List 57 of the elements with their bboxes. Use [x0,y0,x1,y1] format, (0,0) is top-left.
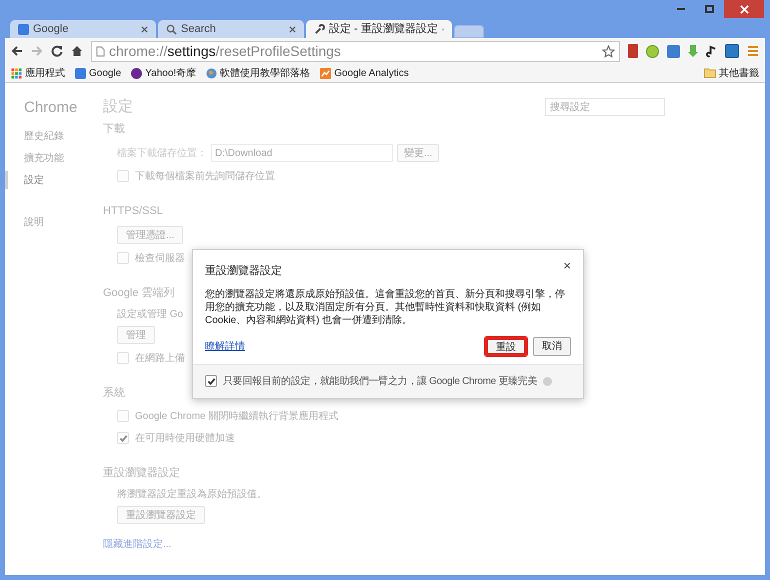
close-icon[interactable] [141,26,148,32]
bookmark-link[interactable]: 軟體使用教學部落格 [220,66,310,80]
address-bar[interactable]: chrome://settings/resetProfileSettings [91,40,620,62]
browser-tab[interactable]: Search [158,20,304,38]
browser-tab[interactable]: Google [10,20,156,38]
tab-title: Google [33,22,70,37]
wrench-icon [314,24,325,34]
checkbox-label: 檢查伺服器 [135,252,185,266]
forward-icon[interactable] [31,45,43,57]
home-icon[interactable] [71,45,83,57]
page-title: 設定 [103,96,133,117]
checkbox[interactable] [205,375,217,387]
close-icon[interactable] [724,0,764,18]
search-field[interactable]: 搜尋設定 [545,98,665,116]
section-heading: 下載 [103,122,125,137]
page-icon [96,46,105,56]
chart-icon [320,68,332,78]
description-text: 設定或管理 Go [117,308,184,322]
search-icon [166,24,177,34]
feedback-label: 只要回報目前的設定，就能助我們一臂之力，讓 Google Chrome 更臻完美 [223,374,538,388]
section-heading: Google 雲端列 [103,286,175,301]
checkbox-label: 在可用時使用硬體加速 [135,432,235,446]
section-heading: 重設瀏覽器設定 [103,466,180,481]
close-icon[interactable] [289,26,296,32]
globe-icon [206,68,218,78]
tab-title: Search [181,22,217,37]
checkbox-label: 下載每個檔案前先詢問儲存位置 [135,170,275,184]
folder-icon [704,68,716,78]
bookmark-link[interactable]: Google Analytics [334,66,409,80]
bookmark-link[interactable]: 應用程式 [25,66,65,80]
sidebar-title: Chrome [23,98,78,118]
checkbox-label: Google Chrome 關閉時繼續執行背景應用程式 [135,410,338,424]
section-heading: HTTPS/SSL [103,204,163,219]
sidebar-item[interactable]: 設定 [24,172,44,188]
bookmark-link[interactable]: 其他書籤 [719,66,759,80]
tab-title: 設定 - 重設瀏覽器設定 [329,22,438,37]
dialog-message: 您的瀏覽器設定將還原成原始預設值。這會重設您的首頁、新分頁和搜尋引擎，停用您的擴充功能，以及取消固定所有分頁。其他暫時性資料和快取資料 (例如 Cookie、內容和網站資料) 也會一併遭到清除。 [204,288,566,326]
note-icon[interactable] [706,44,717,58]
bookmark-link[interactable]: Yahoo!奇摩 [145,66,196,80]
menu-icon[interactable] [747,45,759,57]
close-button[interactable]: × [563,259,571,272]
section-heading: 系統 [103,386,125,401]
star-icon[interactable] [602,44,615,58]
reload-icon[interactable] [51,45,63,57]
checkbox-label: 在網路上備 [135,352,185,366]
back-icon[interactable] [11,45,23,57]
selection-bar [5,171,8,189]
description-text: 將瀏覽器設定重設為原始預設值。 [117,488,267,502]
dialog-button[interactable]: 重設 [485,336,527,356]
learn-more-link[interactable]: 瞭解詳情 [205,338,245,354]
download-icon[interactable] [688,44,698,58]
url-text: chrome://settings/resetProfileSettings [109,42,342,61]
browser-tab[interactable]: 設定 - 重設瀏覽器設定 [306,20,452,38]
dialog-title: 重設瀏覽器設定 [205,264,282,279]
bookmark-link[interactable]: Google [89,66,122,80]
apps-grid-icon [11,68,22,78]
dialog-button[interactable]: 取消 [533,336,571,356]
